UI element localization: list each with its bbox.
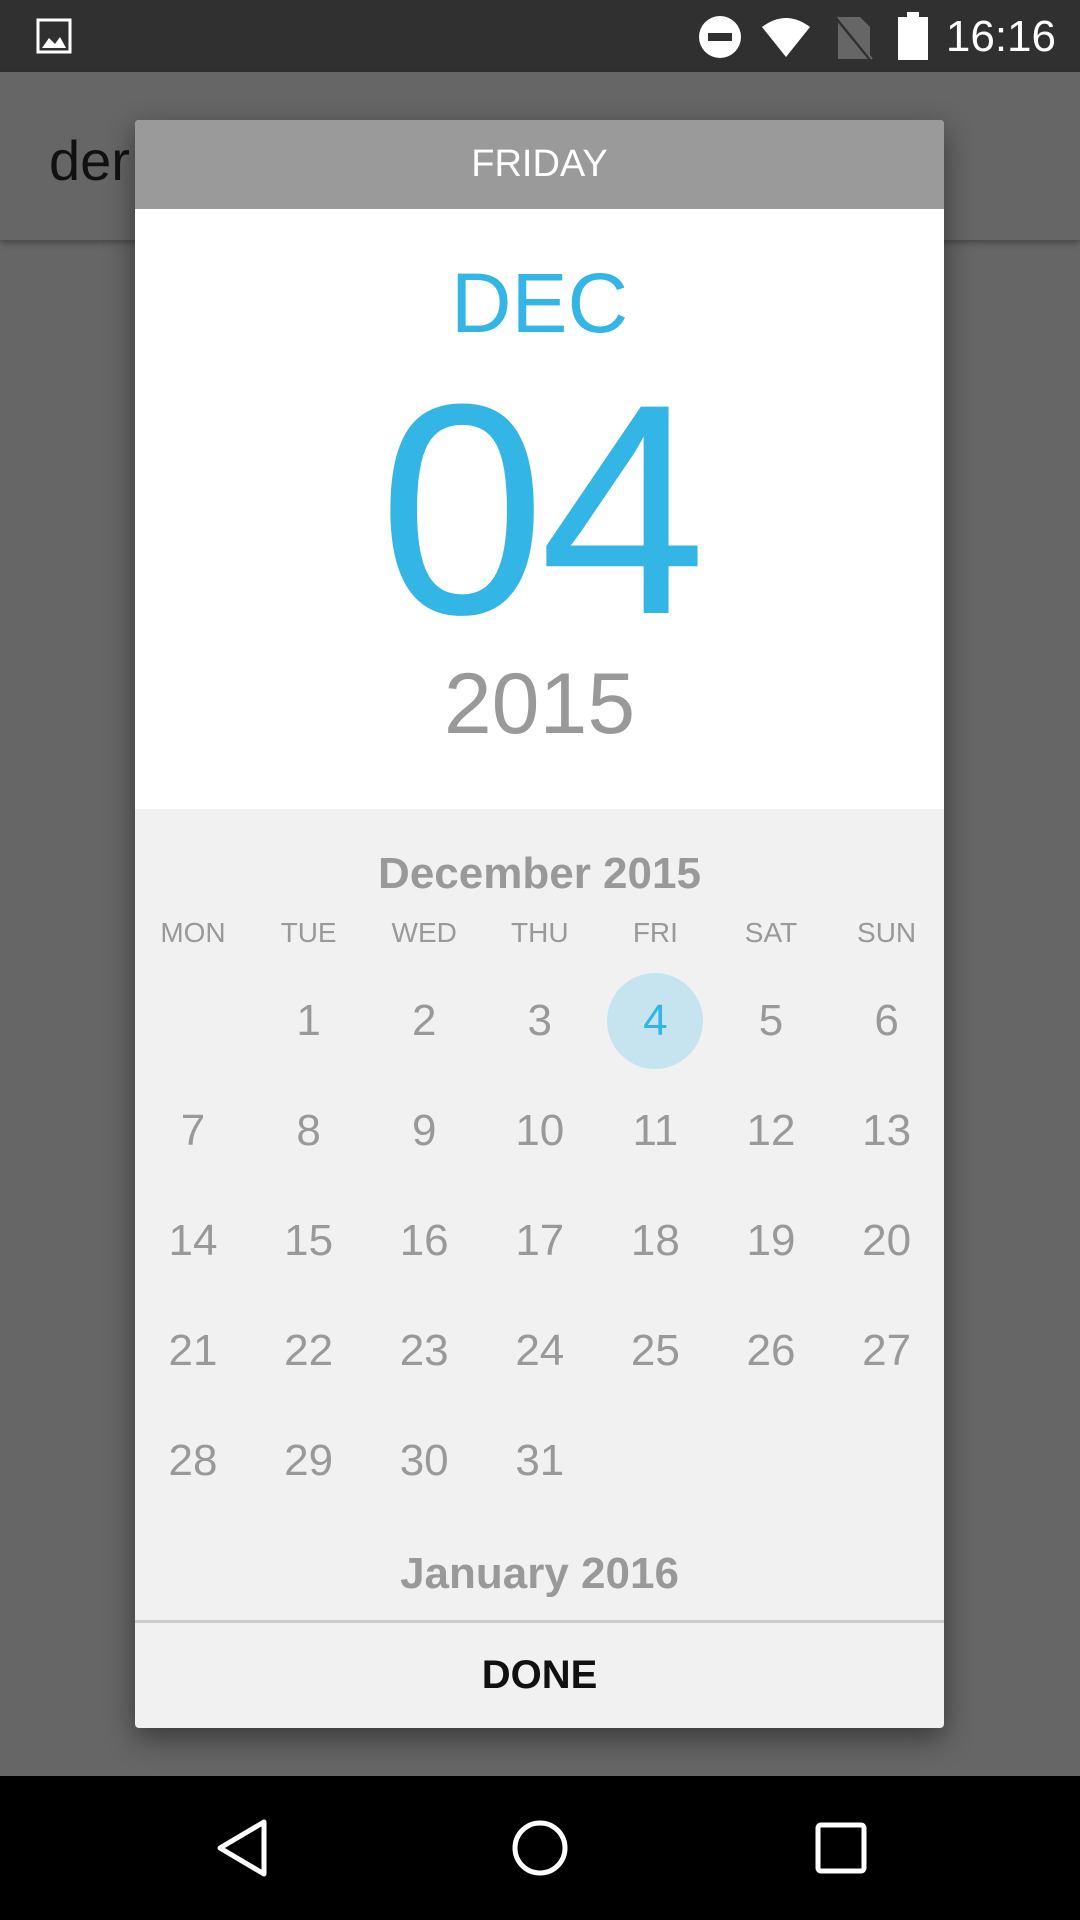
day-cell[interactable]: 30 bbox=[366, 1413, 482, 1509]
day-cell[interactable]: 14 bbox=[135, 1193, 251, 1289]
day-cell[interactable]: 29 bbox=[251, 1413, 367, 1509]
day-cell-selected[interactable]: 4 bbox=[597, 973, 713, 1069]
selected-day[interactable]: 04 bbox=[135, 359, 944, 659]
date-picker-dialog: FRIDAY DEC 04 2015 December 2015 January… bbox=[135, 120, 944, 1728]
calendar-grid[interactable]: December 2015 January 2016 MON TUE WED THU F… bbox=[135, 809, 944, 1620]
weekday-label: MON bbox=[160, 917, 226, 948]
back-icon[interactable] bbox=[214, 1818, 270, 1878]
do-not-disturb-icon bbox=[699, 16, 741, 58]
weekday-label: TUE bbox=[280, 917, 337, 948]
month-title: December 2015 bbox=[378, 849, 701, 898]
day-cell[interactable]: 8 bbox=[251, 1083, 367, 1179]
selected-month[interactable]: DEC bbox=[135, 261, 944, 345]
image-notification-icon bbox=[36, 18, 72, 54]
weekday-label: WED bbox=[391, 917, 457, 948]
day-cell[interactable]: 9 bbox=[366, 1083, 482, 1179]
home-icon[interactable] bbox=[510, 1818, 570, 1878]
day-cell[interactable]: 21 bbox=[135, 1303, 251, 1399]
weekday-label: SUN bbox=[857, 917, 917, 948]
day-cell[interactable]: 27 bbox=[829, 1303, 944, 1399]
day-cell[interactable]: 19 bbox=[713, 1193, 829, 1289]
weekday-label: SAT bbox=[744, 917, 798, 948]
weekday-header: FRIDAY bbox=[135, 120, 944, 209]
day-cell[interactable]: 20 bbox=[829, 1193, 944, 1289]
day-cell[interactable]: 1 bbox=[251, 973, 367, 1069]
day-cell[interactable]: 22 bbox=[251, 1303, 367, 1399]
done-button[interactable]: DONE bbox=[135, 1620, 944, 1728]
day-cell[interactable]: 31 bbox=[482, 1413, 598, 1509]
wifi-icon bbox=[762, 18, 810, 57]
day-cell[interactable]: 25 bbox=[597, 1303, 713, 1399]
day-cell[interactable]: 12 bbox=[713, 1083, 829, 1179]
day-cell[interactable]: 7 bbox=[135, 1083, 251, 1179]
day-cell[interactable]: 28 bbox=[135, 1413, 251, 1509]
day-cell[interactable]: 2 bbox=[366, 973, 482, 1069]
next-month-title: January 2016 bbox=[400, 1549, 679, 1598]
day-cell[interactable]: 24 bbox=[482, 1303, 598, 1399]
weekday-label: THU bbox=[511, 917, 569, 948]
no-sim-icon bbox=[834, 15, 874, 61]
day-cell[interactable]: 6 bbox=[829, 973, 944, 1069]
day-cell[interactable]: 11 bbox=[597, 1083, 713, 1179]
selected-date-display: DEC 04 2015 bbox=[135, 209, 944, 809]
day-cell[interactable]: 3 bbox=[482, 973, 598, 1069]
navigation-bar bbox=[0, 1776, 1080, 1920]
day-cell[interactable]: 23 bbox=[366, 1303, 482, 1399]
day-cell[interactable]: 17 bbox=[482, 1193, 598, 1289]
status-bar: 16:16 bbox=[0, 0, 1080, 72]
selected-year[interactable]: 2015 bbox=[135, 661, 944, 747]
day-cell[interactable]: 10 bbox=[482, 1083, 598, 1179]
day-cell[interactable]: 15 bbox=[251, 1193, 367, 1289]
weekday-label: FRI bbox=[632, 917, 678, 948]
day-cell[interactable]: 16 bbox=[366, 1193, 482, 1289]
day-cell[interactable]: 5 bbox=[713, 973, 829, 1069]
day-cell[interactable]: 18 bbox=[597, 1193, 713, 1289]
day-cell[interactable]: 13 bbox=[829, 1083, 944, 1179]
day-cell[interactable]: 26 bbox=[713, 1303, 829, 1399]
clock: 16:16 bbox=[945, 12, 1056, 61]
app-title: der bbox=[49, 129, 130, 192]
battery-icon bbox=[898, 12, 928, 60]
recents-icon[interactable] bbox=[813, 1818, 869, 1878]
